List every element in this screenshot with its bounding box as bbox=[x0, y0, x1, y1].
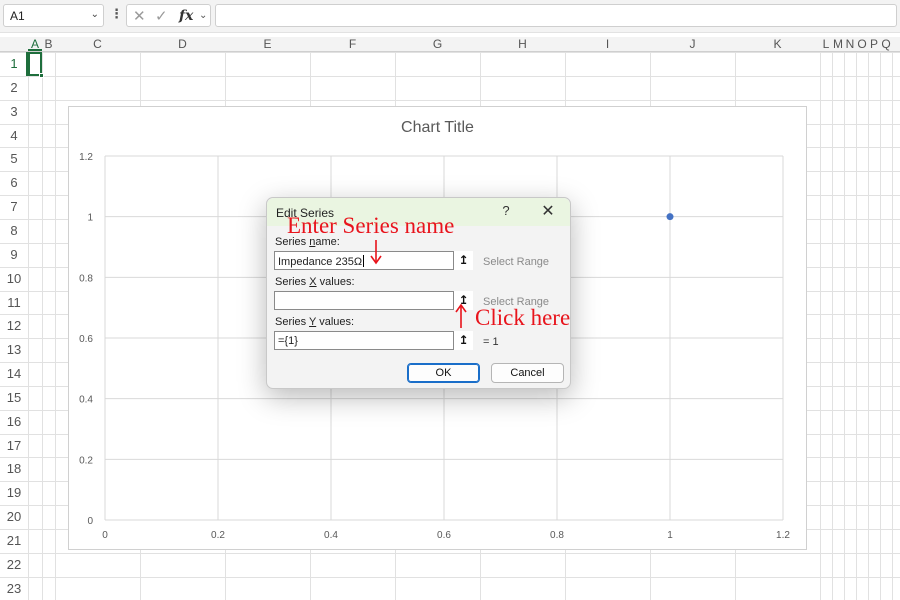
fill-handle[interactable] bbox=[39, 73, 44, 78]
row-header-22[interactable]: 22 bbox=[0, 553, 28, 576]
arrow-down-icon bbox=[370, 240, 382, 265]
x-tick-label: 0.6 bbox=[437, 530, 451, 541]
row-header-16[interactable]: 16 bbox=[0, 410, 28, 433]
row-header-18[interactable]: 18 bbox=[0, 457, 28, 480]
selected-cell[interactable] bbox=[28, 52, 44, 78]
help-icon[interactable]: ? bbox=[499, 203, 513, 218]
row-header-5[interactable]: 5 bbox=[0, 147, 28, 170]
y-tick-label: 0.4 bbox=[79, 395, 93, 406]
row-header-12[interactable]: 12 bbox=[0, 314, 28, 337]
y-tick-label: 1 bbox=[87, 213, 93, 224]
ok-button[interactable]: OK bbox=[407, 363, 480, 383]
collapse-range-icon[interactable]: ↥ bbox=[453, 331, 473, 350]
row-header-11[interactable]: 11 bbox=[0, 291, 28, 314]
row-header-3[interactable]: 3 bbox=[0, 100, 28, 123]
row-header-10[interactable]: 10 bbox=[0, 267, 28, 290]
series-name-value: Impedance 235Ω bbox=[278, 256, 363, 268]
row-header-9[interactable]: 9 bbox=[0, 243, 28, 266]
row-header-17[interactable]: 17 bbox=[0, 434, 28, 457]
series-x-label: Series X values: bbox=[275, 276, 355, 288]
row-header-7[interactable]: 7 bbox=[0, 195, 28, 218]
y-tick-label: 0.8 bbox=[79, 273, 93, 284]
x-tick-label: 0.8 bbox=[550, 530, 564, 541]
series-name-note: Select Range bbox=[483, 256, 550, 268]
annotation-enter-series-name: Enter Series name bbox=[287, 213, 455, 238]
row-header-19[interactable]: 19 bbox=[0, 481, 28, 504]
series-y-value: ={1} bbox=[278, 335, 298, 347]
row-header-2[interactable]: 2 bbox=[0, 76, 28, 99]
row-header-23[interactable]: 23 bbox=[0, 577, 28, 600]
text-caret bbox=[363, 255, 365, 267]
row-header-21[interactable]: 21 bbox=[0, 529, 28, 552]
row-header-13[interactable]: 13 bbox=[0, 338, 28, 361]
y-tick-label: 0 bbox=[87, 516, 93, 527]
x-tick-label: 0.4 bbox=[324, 530, 338, 541]
series-x-input[interactable] bbox=[274, 291, 473, 310]
data-point[interactable] bbox=[666, 213, 674, 221]
collapse-range-icon[interactable]: ↥ bbox=[453, 251, 473, 270]
cancel-button[interactable]: Cancel bbox=[491, 363, 564, 383]
annotation-click-here: Click here bbox=[475, 305, 571, 330]
active-column-marker bbox=[28, 49, 42, 51]
row-header-1[interactable]: 1 bbox=[0, 52, 28, 75]
series-y-input[interactable]: ={1} bbox=[274, 331, 473, 350]
row-header-14[interactable]: 14 bbox=[0, 362, 28, 385]
row-header-4[interactable]: 4 bbox=[0, 124, 28, 147]
y-tick-label: 0.6 bbox=[79, 334, 93, 345]
x-tick-label: 0.2 bbox=[211, 530, 225, 541]
row-header-15[interactable]: 15 bbox=[0, 386, 28, 409]
series-y-label: Series Y values: bbox=[275, 316, 355, 328]
close-icon[interactable]: ✕ bbox=[539, 201, 557, 221]
row-header-20[interactable]: 20 bbox=[0, 505, 28, 528]
row-header-6[interactable]: 6 bbox=[0, 171, 28, 194]
row-header-8[interactable]: 8 bbox=[0, 219, 28, 242]
x-tick-label: 1 bbox=[667, 530, 673, 541]
x-tick-label: 0 bbox=[102, 530, 108, 541]
arrow-up-icon bbox=[455, 303, 467, 328]
series-y-note: = 1 bbox=[483, 336, 499, 348]
y-tick-label: 1.2 bbox=[79, 152, 93, 163]
x-tick-label: 1.2 bbox=[776, 530, 790, 541]
y-tick-label: 0.2 bbox=[79, 455, 93, 466]
